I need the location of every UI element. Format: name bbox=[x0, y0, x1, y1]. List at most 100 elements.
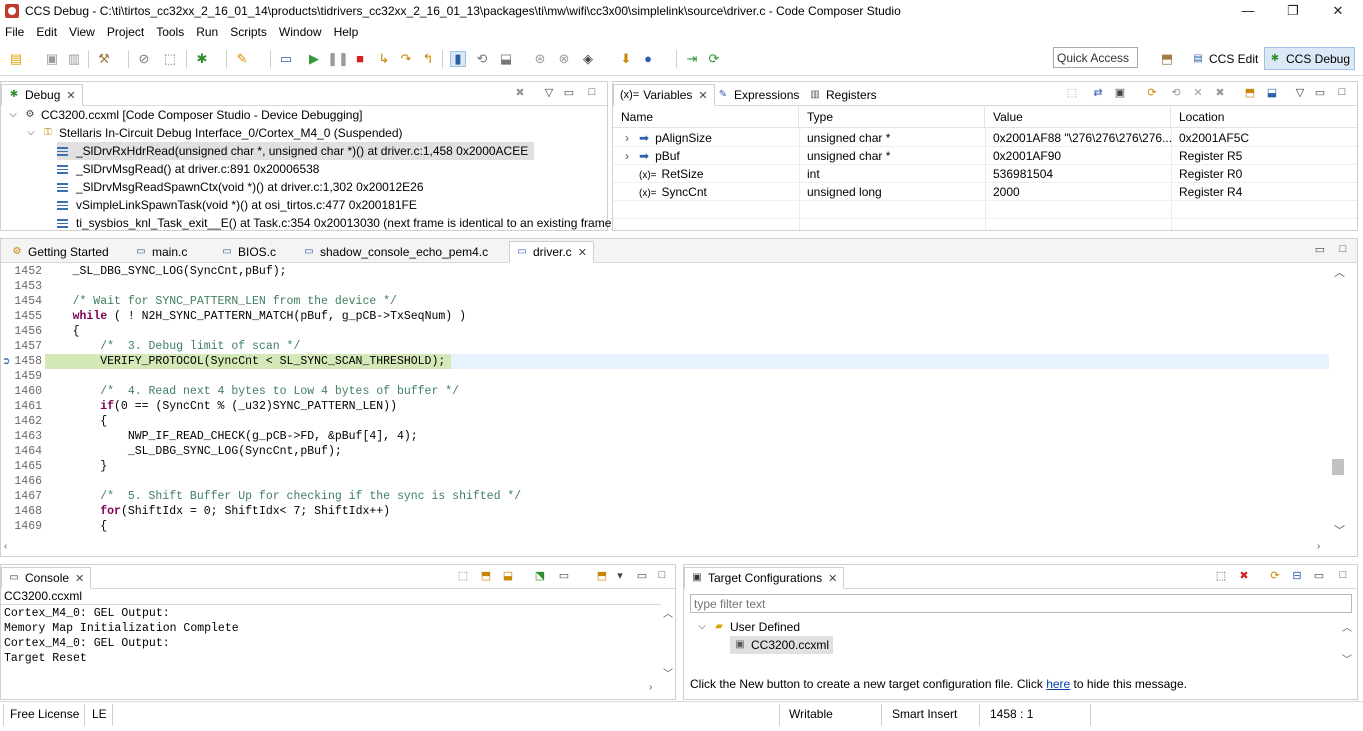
new-icon[interactable]: ▤ bbox=[8, 51, 24, 67]
menu-help[interactable]: Help bbox=[329, 22, 366, 42]
suspend-icon[interactable]: ❚❚ bbox=[327, 51, 349, 67]
pin-console-icon[interactable]: ⬔ bbox=[533, 569, 547, 582]
column-value[interactable]: Value bbox=[985, 106, 1171, 128]
tab-bios-c[interactable]: ▭ BIOS.c bbox=[215, 241, 282, 263]
menu-scripts[interactable]: Scripts bbox=[225, 22, 274, 42]
step-into-icon[interactable]: ↳ bbox=[376, 51, 392, 67]
refresh-view-icon[interactable]: ⟲ bbox=[1169, 86, 1183, 99]
tab-main-c[interactable]: ▭ main.c bbox=[129, 241, 193, 263]
menu-edit[interactable]: Edit bbox=[31, 22, 64, 42]
debug-icon[interactable]: ✱ bbox=[194, 51, 210, 67]
stack-frame-2[interactable]: _SlDrvMsgRead() at driver.c:891 0x200065… bbox=[57, 160, 319, 178]
perspective-ccs-edit[interactable]: ▤ CCS Edit bbox=[1188, 47, 1262, 70]
continuous-refresh-icon[interactable]: ⟳ bbox=[1145, 86, 1159, 99]
tab-registers[interactable]: ▥ Registers bbox=[803, 84, 883, 106]
minimize-view-icon[interactable]: ▭ bbox=[562, 86, 576, 99]
minimize-view-icon[interactable]: ▭ bbox=[1313, 243, 1327, 256]
maximize-button[interactable]: ❐ bbox=[1270, 0, 1316, 22]
open-console-icon[interactable]: ⬒ bbox=[595, 569, 609, 582]
view-menu-icon[interactable]: ▾ bbox=[613, 569, 627, 582]
resume-icon[interactable]: ▶ bbox=[306, 51, 322, 67]
column-name[interactable]: Name bbox=[613, 106, 799, 128]
variable-value[interactable]: 2000 bbox=[987, 183, 1171, 201]
close-icon[interactable]: ✕ bbox=[698, 89, 707, 102]
reset-icon[interactable]: ⬓ bbox=[498, 51, 514, 67]
connect-icon[interactable]: ▭ bbox=[278, 51, 294, 67]
new-view-icon[interactable]: ⬒ bbox=[1243, 86, 1257, 99]
chevron-down-icon[interactable]: ﹀ bbox=[1334, 522, 1345, 538]
remove-all-terminated-icon[interactable]: ✖ bbox=[513, 86, 527, 99]
chevron-right-icon[interactable]: › bbox=[1317, 541, 1320, 552]
variable-value[interactable]: 0x2001AF88 "\276\276\276\276... bbox=[987, 129, 1171, 147]
terminate-icon[interactable]: ■ bbox=[352, 51, 368, 67]
close-button[interactable]: ✕ bbox=[1315, 0, 1361, 22]
column-location[interactable]: Location bbox=[1171, 106, 1357, 128]
refresh-icon[interactable]: ⟳ bbox=[706, 51, 722, 67]
scroll-thumb[interactable] bbox=[1332, 459, 1344, 475]
menu-tools[interactable]: Tools bbox=[151, 22, 191, 42]
menu-window[interactable]: Window bbox=[274, 22, 329, 42]
horizontal-scrollbar[interactable]: ‹ › bbox=[1, 541, 1329, 556]
save-all-icon[interactable]: ▥ bbox=[66, 51, 82, 67]
delete-target-icon[interactable]: ✖ bbox=[1237, 569, 1251, 582]
stack-frame-3[interactable]: _SlDrvMsgReadSpawnCtx(void *)() at drive… bbox=[57, 178, 424, 196]
maximize-view-icon[interactable]: □ bbox=[585, 86, 599, 98]
scroll-lock-icon[interactable]: ⬒ bbox=[479, 569, 493, 582]
chevron-up-icon[interactable]: ︿ bbox=[1334, 264, 1345, 280]
minimize-view-icon[interactable]: ▭ bbox=[1312, 569, 1326, 582]
chevron-down-icon[interactable]: ﹀ bbox=[1342, 651, 1352, 666]
collapse-targets-icon[interactable]: ⊟ bbox=[1290, 569, 1304, 582]
stack-frame-1[interactable]: _SlDrvRxHdrRead(unsigned char *, unsigne… bbox=[57, 142, 535, 160]
chevron-up-icon[interactable]: ︿ bbox=[1342, 619, 1352, 634]
tab-variables[interactable]: (x)= Variables ✕ bbox=[613, 84, 715, 106]
load-program-icon[interactable]: ◈ bbox=[580, 51, 596, 67]
step-return-icon[interactable]: ↰ bbox=[420, 51, 436, 67]
tab-target-configurations[interactable]: ▣ Target Configurations ✕ bbox=[684, 567, 845, 589]
menu-file[interactable]: File bbox=[0, 22, 31, 42]
restart-icon[interactable]: ⟲ bbox=[474, 51, 490, 67]
chevron-up-icon[interactable]: ︿ bbox=[663, 605, 673, 620]
chevron-right-icon[interactable]: › bbox=[649, 682, 652, 693]
chevron-left-icon[interactable]: ‹ bbox=[4, 541, 7, 552]
menu-view[interactable]: View bbox=[64, 22, 102, 42]
close-icon[interactable]: ✕ bbox=[578, 246, 587, 259]
view-menu-icon[interactable]: ▽ bbox=[1293, 86, 1307, 99]
close-icon[interactable]: ✕ bbox=[66, 89, 75, 102]
view-menu-icon[interactable]: ▽ bbox=[542, 86, 556, 99]
menu-run[interactable]: Run bbox=[191, 22, 225, 42]
variable-value[interactable]: 0x2001AF90 bbox=[987, 147, 1171, 165]
refresh-targets-icon[interactable]: ⟳ bbox=[1268, 569, 1282, 582]
chevron-down-icon[interactable]: ﹀ bbox=[663, 665, 673, 680]
license-status[interactable]: Free License bbox=[0, 702, 79, 731]
close-icon[interactable]: ✕ bbox=[75, 572, 84, 585]
run-icon[interactable]: ⬇ bbox=[618, 51, 634, 67]
minimize-view-icon[interactable]: ▭ bbox=[1313, 86, 1327, 99]
build-icon[interactable]: ⚒ bbox=[96, 51, 112, 67]
collapse-all-icon[interactable]: ⬚ bbox=[1065, 86, 1079, 99]
column-type[interactable]: Type bbox=[799, 106, 985, 128]
maximize-view-icon[interactable]: □ bbox=[1335, 86, 1349, 98]
remove-icon[interactable]: ✕ bbox=[1191, 86, 1205, 99]
show-type-icon[interactable]: ⇄ bbox=[1091, 86, 1105, 99]
maximize-view-icon[interactable]: □ bbox=[655, 569, 669, 581]
tree-row-target[interactable]: ⌵ ⚿ Stellaris In-Circuit Debug Interface… bbox=[25, 124, 402, 142]
quick-access-input[interactable] bbox=[1053, 47, 1138, 68]
open-perspective-icon[interactable]: ⬚ bbox=[162, 51, 178, 67]
minimize-view-icon[interactable]: ▭ bbox=[635, 569, 649, 582]
tab-shadow-console[interactable]: ▭ shadow_console_echo_pem4.c bbox=[297, 241, 494, 263]
target-filter-input[interactable] bbox=[690, 594, 1352, 613]
layout-icon[interactable]: ▣ bbox=[1113, 86, 1127, 99]
tab-getting-started[interactable]: ⚙ Getting Started bbox=[5, 241, 115, 263]
breakpoint-icon[interactable]: ⊛ bbox=[532, 51, 548, 67]
maximize-view-icon[interactable]: □ bbox=[1336, 569, 1350, 581]
word-wrap-icon[interactable]: ⬓ bbox=[501, 569, 515, 582]
stack-frame-4[interactable]: vSimpleLinkSpawnTask(void *)() at osi_ti… bbox=[57, 196, 417, 214]
next-annotation-icon[interactable]: ⇥ bbox=[684, 51, 700, 67]
instruction-stepping-icon[interactable]: ▮ bbox=[450, 51, 466, 67]
stack-frame-5[interactable]: ti_sysbios_knl_Task_exit__E() at Task.c:… bbox=[57, 214, 615, 232]
external-tools-icon[interactable]: ● bbox=[640, 51, 656, 67]
menu-project[interactable]: Project bbox=[102, 22, 151, 42]
minimize-button[interactable]: — bbox=[1225, 0, 1271, 22]
display-console-icon[interactable]: ▭ bbox=[557, 569, 571, 582]
clear-console-icon[interactable]: ⬚ bbox=[456, 569, 470, 582]
